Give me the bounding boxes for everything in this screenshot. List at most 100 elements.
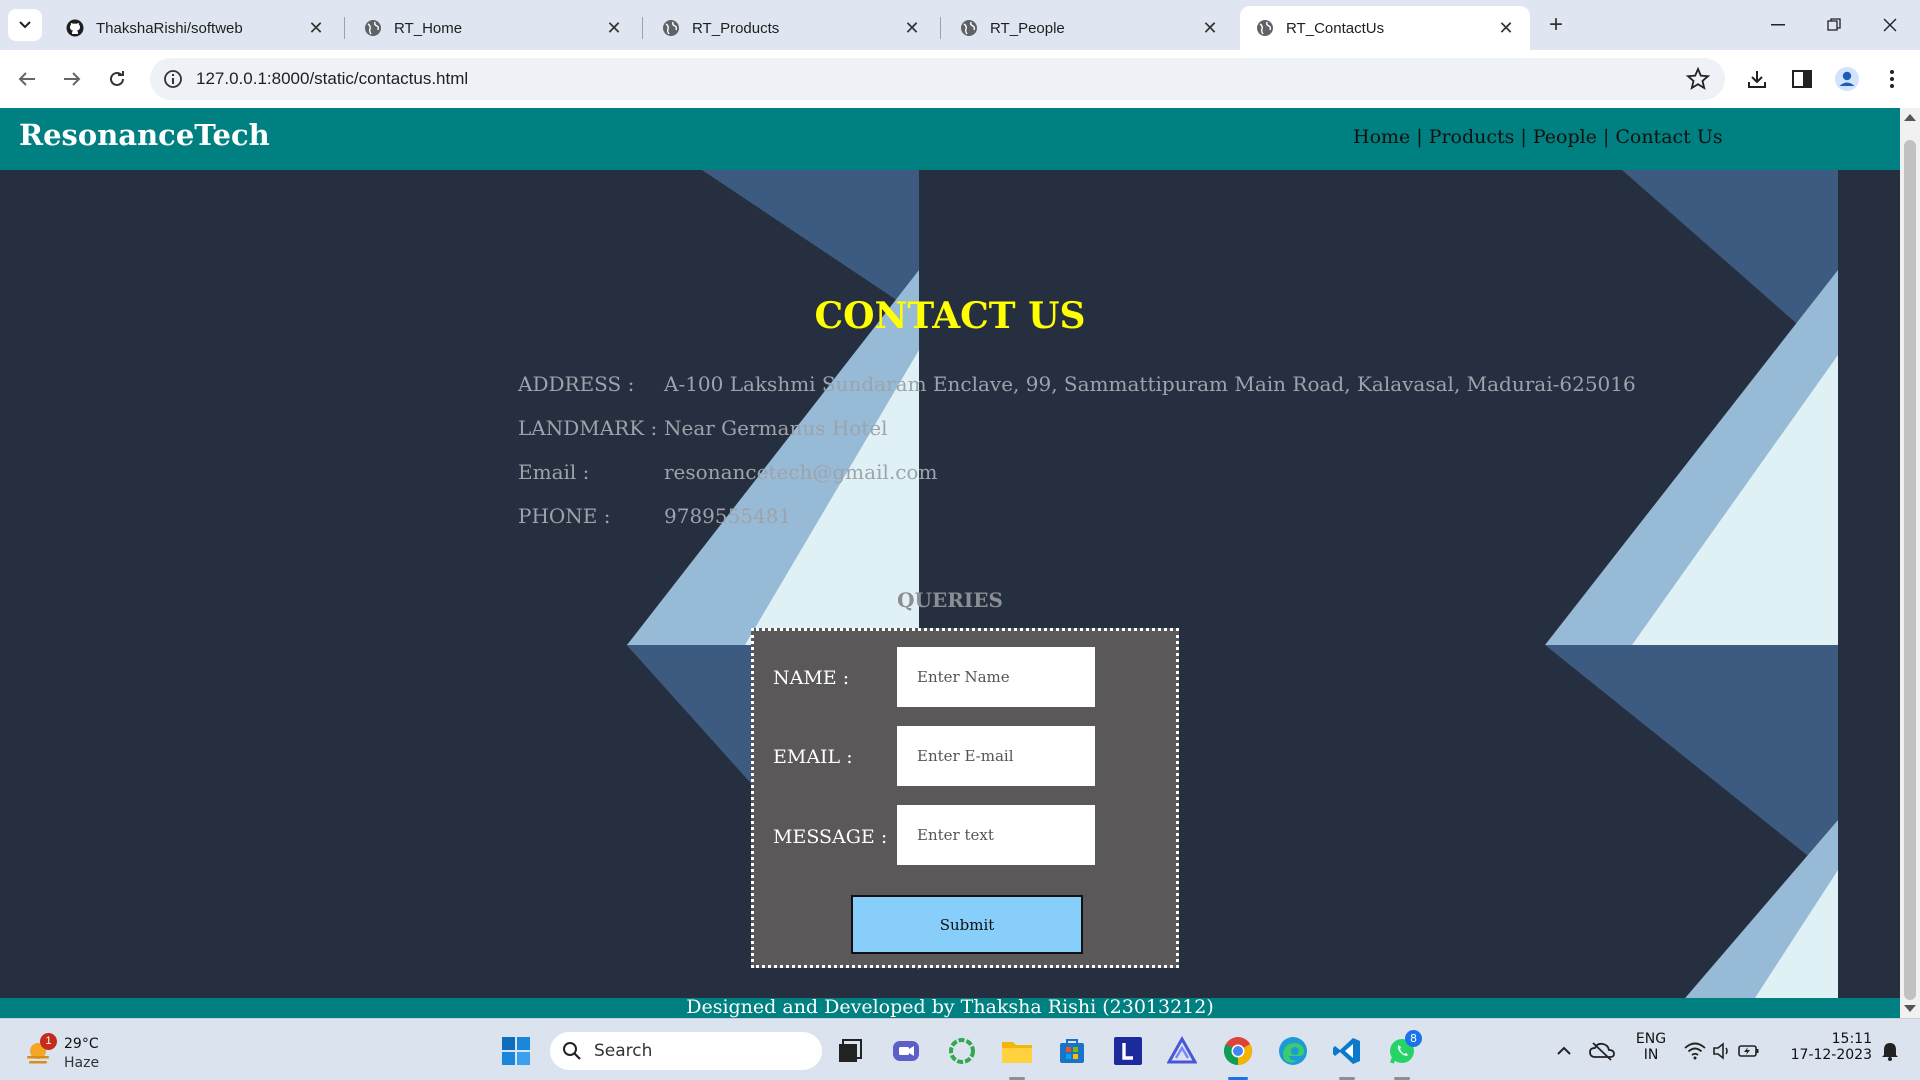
nav-contact-link[interactable]: Contact Us: [1615, 126, 1722, 148]
nav-separator: |: [1602, 126, 1610, 148]
tab-close-icon[interactable]: ✕: [1200, 18, 1220, 38]
clock-time: 15:11: [1831, 1031, 1872, 1047]
tab-close-icon[interactable]: ✕: [604, 18, 624, 38]
address-bar[interactable]: 127.0.0.1:8000/static/contactus.html: [150, 58, 1725, 100]
chevron-up-icon: [1557, 1046, 1571, 1055]
taskbar-search-box[interactable]: Search: [550, 1032, 822, 1070]
nav-separator: |: [1520, 126, 1527, 148]
email-label: EMAIL :: [773, 746, 853, 768]
nav-home-link[interactable]: Home: [1353, 126, 1410, 148]
nav-people-link[interactable]: People: [1533, 126, 1597, 148]
new-tab-button[interactable]: +: [1542, 12, 1570, 38]
browser-tab-bar: ThakshaRishi/softweb ✕ RT_Home ✕ RT_Prod…: [0, 0, 1920, 50]
brand-logo[interactable]: ResonanceTech: [19, 118, 270, 152]
restore-button[interactable]: [1814, 10, 1854, 40]
email-value: resonancetech@gmail.com: [664, 460, 938, 484]
task-view-button[interactable]: [832, 1033, 868, 1069]
store-icon: [1060, 1039, 1084, 1063]
query-form: NAME : EMAIL : MESSAGE : Submit: [751, 628, 1179, 968]
tab-rt-people[interactable]: RT_People ✕: [944, 6, 1234, 50]
tab-rt-home[interactable]: RT_Home ✕: [348, 6, 638, 50]
input-language[interactable]: ENG IN: [1628, 1031, 1674, 1063]
message-label: MESSAGE :: [773, 826, 888, 848]
battery-charging-icon: [1738, 1045, 1759, 1057]
taskbar-edge[interactable]: [1275, 1033, 1311, 1069]
download-icon: [1748, 71, 1766, 88]
top-navigation: Home | Products | People | Contact Us: [1353, 126, 1723, 148]
taskbar-vscode[interactable]: [1329, 1033, 1365, 1069]
side-panel-icon: [1792, 70, 1812, 88]
taskbar-file-explorer[interactable]: [999, 1033, 1035, 1069]
bell-icon: [1882, 1043, 1898, 1061]
profile-button[interactable]: [1830, 62, 1864, 96]
tab-divider: [344, 17, 345, 39]
browser-menu-button[interactable]: [1875, 62, 1909, 96]
globe-icon: [364, 19, 382, 37]
tab-close-icon[interactable]: ✕: [306, 18, 326, 38]
close-icon: [1883, 18, 1897, 32]
start-button[interactable]: [498, 1033, 534, 1069]
taskbar-meet-app[interactable]: [888, 1033, 924, 1069]
taskbar-a-app[interactable]: [1164, 1033, 1200, 1069]
clock-date: 17-12-2023: [1790, 1047, 1872, 1063]
side-panel-button[interactable]: [1785, 62, 1819, 96]
email-input[interactable]: [897, 726, 1095, 786]
forward-button[interactable]: [55, 62, 89, 96]
taskbar-l-app[interactable]: [1110, 1033, 1146, 1069]
github-icon: [66, 19, 84, 37]
tab-rt-products[interactable]: RT_Products ✕: [646, 6, 936, 50]
close-window-button[interactable]: [1870, 10, 1910, 40]
avatar-icon: [1835, 67, 1859, 91]
notifications-button[interactable]: [1872, 1033, 1908, 1069]
minimize-icon: [1771, 24, 1785, 26]
folder-icon: [1002, 1042, 1032, 1063]
downloads-button[interactable]: [1740, 62, 1774, 96]
name-label: NAME :: [773, 667, 850, 689]
minimize-button[interactable]: [1758, 10, 1798, 40]
landmark-label: LANDMARK :: [518, 416, 658, 440]
onedrive-button[interactable]: [1584, 1033, 1620, 1069]
search-icon: [563, 1042, 581, 1060]
back-button[interactable]: [10, 62, 44, 96]
page-scrollbar[interactable]: [1900, 108, 1920, 1018]
tab-title: RT_ContactUs: [1286, 19, 1385, 37]
page-viewport: ResonanceTech Home | Products | People | Conta…: [0, 108, 1900, 1018]
video-call-icon: [893, 1041, 919, 1061]
bookmark-star-icon[interactable]: [1685, 66, 1711, 92]
globe-icon: [1256, 19, 1274, 37]
nav-products-link[interactable]: Products: [1429, 126, 1515, 148]
reload-button[interactable]: [100, 62, 134, 96]
url-text: 127.0.0.1:8000/static/contactus.html: [196, 69, 469, 88]
tab-rt-contactus[interactable]: RT_ContactUs ✕: [1240, 6, 1530, 50]
tab-divider: [940, 17, 941, 39]
submit-button[interactable]: Submit: [851, 895, 1083, 954]
taskbar-chrome[interactable]: [1220, 1033, 1256, 1069]
name-input[interactable]: [897, 647, 1095, 707]
queries-heading: QUERIES: [897, 588, 1003, 612]
phone-value: 9789555481: [664, 504, 792, 528]
language-code: ENG: [1635, 1031, 1667, 1047]
weather-widget[interactable]: 1 29°C Haze: [24, 1033, 134, 1073]
scroll-up-arrow-icon[interactable]: [1904, 114, 1916, 121]
weather-alert-badge: 1: [40, 1033, 57, 1050]
windows-logo-icon: [502, 1037, 530, 1065]
taskbar-app-ring[interactable]: [944, 1033, 980, 1069]
tab-close-icon[interactable]: ✕: [902, 18, 922, 38]
show-hidden-icons-button[interactable]: [1546, 1033, 1582, 1069]
scroll-thumb[interactable]: [1904, 140, 1916, 1000]
quick-settings-button[interactable]: [1680, 1033, 1764, 1069]
clock[interactable]: 15:11 17-12-2023: [1782, 1031, 1872, 1063]
chevron-down-icon: [19, 21, 31, 29]
message-input[interactable]: [897, 805, 1095, 865]
tab-softweb[interactable]: ThakshaRishi/softweb ✕: [50, 6, 340, 50]
letter-l-app-icon: [1114, 1037, 1142, 1065]
taskbar-store[interactable]: [1054, 1033, 1090, 1069]
tab-search-button[interactable]: [8, 9, 42, 41]
search-label: Search: [594, 1041, 653, 1061]
site-info-icon[interactable]: [162, 68, 184, 90]
tab-close-icon[interactable]: ✕: [1496, 18, 1516, 38]
volume-icon: [1713, 1042, 1728, 1060]
vscode-icon: [1333, 1038, 1360, 1064]
scroll-down-arrow-icon[interactable]: [1904, 1005, 1916, 1012]
browser-toolbar: 127.0.0.1:8000/static/contactus.html: [0, 50, 1920, 108]
